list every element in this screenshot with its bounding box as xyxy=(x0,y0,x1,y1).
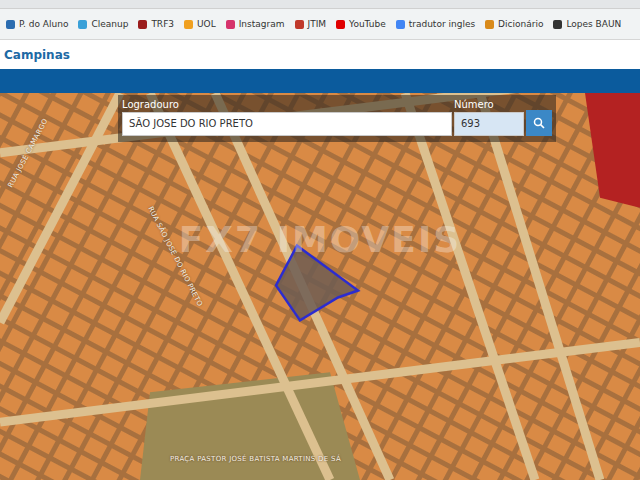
map[interactable]: RUA JOSÉ CAMARGORUA SÃO JOSÉ DO RIO PRET… xyxy=(0,93,640,480)
favicon-icon xyxy=(295,20,304,29)
street-label: PRAÇA PASTOR JOSÉ BATISTA MARTINS DE SÁ xyxy=(170,455,341,463)
parcel-outline[interactable] xyxy=(276,246,358,321)
watermark: FX7 IMOVEIS xyxy=(0,219,640,260)
bookmark[interactable]: Dicionário xyxy=(485,19,543,29)
bookmark[interactable]: Instagram xyxy=(226,19,285,29)
favicon-icon xyxy=(396,20,405,29)
favicon-icon xyxy=(138,20,147,29)
address-bar xyxy=(0,0,640,9)
favicon-icon xyxy=(6,20,15,29)
search-panel: Logradouro SÃO JOSE DO RIO PRETO Número … xyxy=(118,95,556,142)
favicon-icon xyxy=(78,20,87,29)
number-input[interactable]: 693 xyxy=(454,112,524,136)
bookmark[interactable]: UOL xyxy=(184,19,216,29)
number-label: Número xyxy=(454,99,524,110)
bookmark[interactable]: TRF3 xyxy=(138,19,174,29)
bookmark[interactable]: P. do Aluno xyxy=(6,19,68,29)
favicon-icon xyxy=(553,20,562,29)
favicon-icon xyxy=(226,20,235,29)
favicon-icon xyxy=(184,20,193,29)
favicon-icon xyxy=(485,20,494,29)
bookmark[interactable]: JTIM xyxy=(295,19,327,29)
search-button[interactable] xyxy=(526,110,552,136)
favicon-icon xyxy=(336,20,345,29)
magnifier-icon xyxy=(533,117,545,129)
street-label: Logradouro xyxy=(122,99,452,110)
street-input[interactable]: SÃO JOSE DO RIO PRETO xyxy=(122,112,452,136)
page: P. do Aluno Cleanup TRF3 UOL Instagram J… xyxy=(0,0,640,480)
nav-bar xyxy=(0,69,640,93)
bookmark[interactable]: Lopes BAUN xyxy=(553,19,621,29)
bookmark[interactable]: tradutor ingles xyxy=(396,19,475,29)
site-title: Campinas xyxy=(4,48,70,62)
bookmark[interactable]: Cleanup xyxy=(78,19,128,29)
map-canvas xyxy=(0,93,640,480)
site-header: Campinas xyxy=(0,40,640,69)
bookmarks-bar: P. do Aluno Cleanup TRF3 UOL Instagram J… xyxy=(0,9,640,40)
bookmark[interactable]: YouTube xyxy=(336,19,386,29)
